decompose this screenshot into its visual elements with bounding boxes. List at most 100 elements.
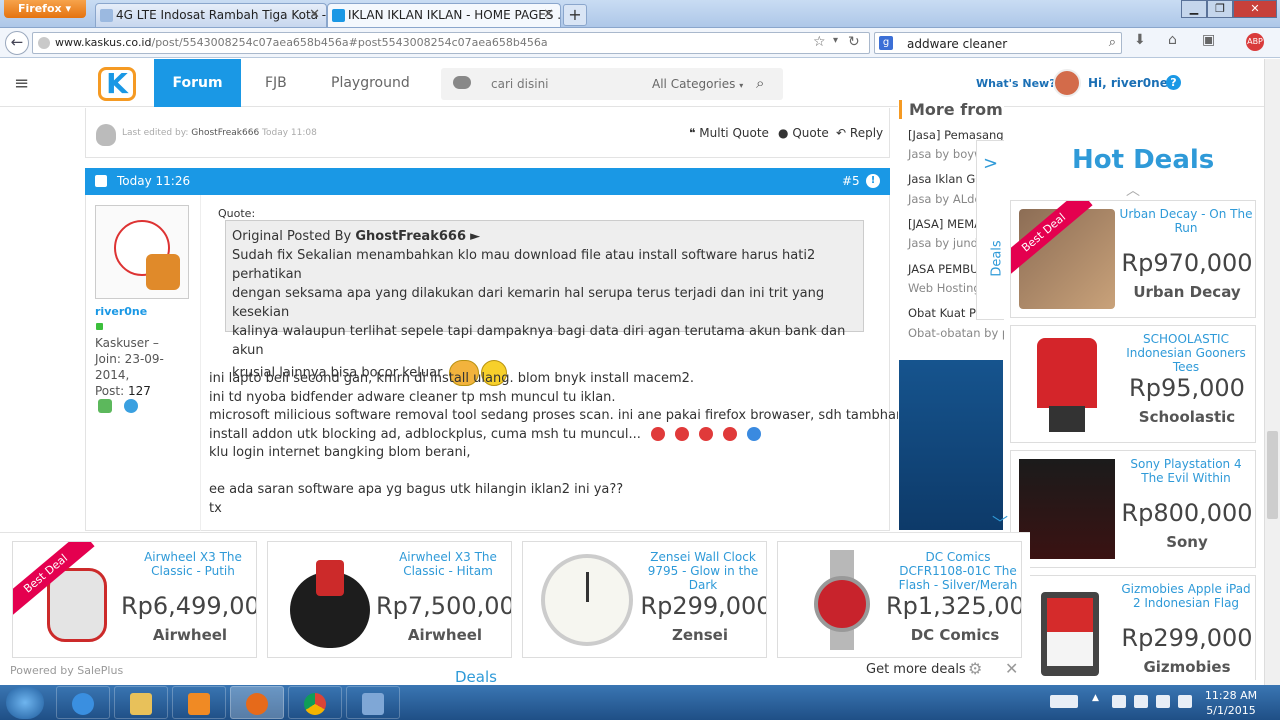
kaskus-logo[interactable]: K xyxy=(92,61,144,105)
hot-deal-card[interactable]: SCHOOLASTIC Indonesian Gooners Tees Rp95… xyxy=(1010,325,1256,443)
minimize-button[interactable]: ▁ xyxy=(1181,0,1207,18)
display-icon[interactable] xyxy=(1134,695,1148,708)
get-more-deals-link[interactable]: Get more deals xyxy=(866,662,966,677)
chevron-right-icon[interactable]: > xyxy=(983,153,998,174)
user-greeting[interactable]: Hi, river0ne xyxy=(1088,76,1168,90)
edited-time: Today 11:08 xyxy=(262,128,317,138)
quote-box: Original Posted By GhostFreak666 ► Sudah… xyxy=(225,220,864,386)
user-badge-icon[interactable] xyxy=(124,399,138,413)
category-select[interactable]: All Categories ▾ xyxy=(652,77,743,91)
taskbar-media-player[interactable] xyxy=(172,686,226,719)
multi-quote-button[interactable]: ❝ Multi Quote xyxy=(689,126,769,140)
hot-deal-card[interactable]: Best Deal Urban Decay - On The Run Rp970… xyxy=(1010,200,1256,318)
nav-tab-playground[interactable]: Playground xyxy=(331,59,410,107)
quote-button[interactable]: ● Quote xyxy=(778,126,829,140)
chevron-down-icon[interactable]: ﹀ xyxy=(992,510,1008,534)
bottom-deal-card[interactable]: Zensei Wall Clock 9795 - Glow in the Dar… xyxy=(522,541,767,658)
edited-by[interactable]: GhostFreak666 xyxy=(191,128,259,138)
category-label: All Categories xyxy=(652,77,736,91)
search-icon[interactable]: ⌕ xyxy=(1109,35,1116,50)
chat-icon[interactable] xyxy=(453,76,471,89)
fjb-banner-ad[interactable] xyxy=(899,360,1003,530)
hot-deal-card[interactable]: Gizmobies Apple iPad 2 Indonesian Flag R… xyxy=(1010,575,1256,680)
post-line: klu login internet bangking blom berani, xyxy=(209,445,471,460)
product-brand: Zensei xyxy=(672,626,728,644)
avatar[interactable] xyxy=(95,205,189,299)
firefox-icon xyxy=(246,693,268,715)
taskbar-firefox[interactable] xyxy=(230,686,284,719)
edited-prefix: Last edited by: xyxy=(122,128,189,138)
dropdown-arrow-icon[interactable]: ▾ xyxy=(833,35,838,46)
scrollbar-thumb[interactable] xyxy=(1267,431,1278,519)
help-icon[interactable]: ? xyxy=(1166,75,1181,90)
tray-expand-icon[interactable]: ▲ xyxy=(1092,693,1100,706)
sad-emoticon-icon xyxy=(674,427,689,441)
chevron-up-icon[interactable]: ︿ xyxy=(1126,180,1140,200)
bottom-deal-card[interactable]: Airwheel X3 The Classic - Hitam Rp7,500,… xyxy=(267,541,512,658)
last-edited: Last edited by: GhostFreak666 Today 11:0… xyxy=(122,128,317,138)
keyboard-icon[interactable] xyxy=(1050,695,1078,708)
quote-line: kalinya walaupun terlihat sepele tapi da… xyxy=(232,324,846,358)
whats-new-link[interactable]: What's New? xyxy=(976,77,1056,90)
firefox-menu-button[interactable]: Firefox ▾ xyxy=(4,0,86,18)
tab-close-icon[interactable]: ✕ xyxy=(543,7,554,22)
adblock-icon[interactable]: ABP xyxy=(1246,33,1264,51)
menu-icon[interactable]: ≡ xyxy=(14,73,29,94)
taskbar-chrome[interactable] xyxy=(288,686,342,719)
taskbar-app[interactable] xyxy=(346,686,400,719)
page-scrollbar[interactable] xyxy=(1264,59,1280,685)
avatar[interactable] xyxy=(1053,69,1081,97)
product-price: Rp1,325,000 xyxy=(886,592,1021,620)
reply-button[interactable]: ↶ Reply xyxy=(836,126,883,140)
reload-icon[interactable]: ↻ xyxy=(848,34,860,50)
post-header: Today 11:26 #5 ! xyxy=(85,168,890,195)
bookmark-star-icon[interactable]: ☆ xyxy=(813,34,826,50)
username-link[interactable]: river0ne xyxy=(95,305,147,318)
product-brand: DC Comics xyxy=(910,626,1000,644)
browser-tab-1[interactable]: 4G LTE Indosat Rambah Tiga Kota - K... ✕ xyxy=(95,3,327,27)
window-close-button[interactable]: ✕ xyxy=(1233,0,1277,18)
fjb-item-sub: Obat-obatan by p xyxy=(908,326,1004,340)
post-body: river0ne Kaskuser – Join: 23-09-2014, Po… xyxy=(85,195,904,531)
tab-close-icon[interactable]: ✕ xyxy=(309,7,320,22)
nav-tab-forum[interactable]: Forum xyxy=(154,59,241,107)
gear-icon[interactable]: ⚙ xyxy=(968,659,982,678)
taskbar-explorer[interactable] xyxy=(114,686,168,719)
quote-jump-arrow-icon[interactable]: ► xyxy=(470,229,480,244)
powered-by[interactable]: Powered by SalePlus xyxy=(10,664,123,677)
bottom-deal-card[interactable]: DC Comics DCFR1108-01C The Flash - Silve… xyxy=(777,541,1022,658)
url-bar[interactable]: www.kaskus.co.id/post/5543008254c07aea65… xyxy=(32,32,870,54)
system-clock[interactable]: 11:28 AM 5/1/2015 xyxy=(1196,688,1266,718)
download-icon[interactable]: ⬇ xyxy=(1134,32,1146,48)
taskbar-ie[interactable] xyxy=(56,686,110,719)
search-bar[interactable]: g addware cleaner ⌕ xyxy=(874,32,1122,54)
flag-icon[interactable] xyxy=(1112,695,1126,708)
browser-tab-2[interactable]: IKLAN IKLAN IKLAN - HOME PAGES ... ✕ xyxy=(327,3,561,27)
deals-side-label: Deals xyxy=(989,240,1005,277)
new-tab-button[interactable]: + xyxy=(563,4,587,26)
volume-icon[interactable] xyxy=(1178,695,1192,708)
site-search-input[interactable]: cari disini xyxy=(491,77,549,91)
report-alert-icon[interactable]: ! xyxy=(866,174,880,188)
post-number-link[interactable]: #5 xyxy=(842,174,860,188)
hot-deal-card[interactable]: Sony Playstation 4 The Evil Within Rp800… xyxy=(1010,450,1256,568)
network-signal-icon[interactable] xyxy=(1156,695,1170,708)
reputation-badge-icon[interactable] xyxy=(98,399,112,413)
close-icon[interactable]: ✕ xyxy=(1005,659,1018,678)
user-info: Kaskuser – Join: 23-09-2014, Post: 127 xyxy=(95,335,195,399)
deals-tab[interactable]: Deals xyxy=(455,668,497,686)
post-line: install addon utk blocking ad, adblockpl… xyxy=(209,426,641,442)
google-search-icon[interactable]: g xyxy=(879,36,893,50)
nav-tab-fjb[interactable]: FJB xyxy=(265,59,287,107)
maximize-button[interactable]: ❐ xyxy=(1207,0,1233,18)
bookmarks-icon[interactable]: ▣ xyxy=(1202,32,1215,48)
quote-author[interactable]: GhostFreak666 xyxy=(355,229,466,244)
post-select-checkbox[interactable] xyxy=(95,175,107,187)
deals-side-tab[interactable]: > Deals xyxy=(976,140,1005,320)
start-button[interactable] xyxy=(6,686,44,719)
reply-icon: ↶ xyxy=(836,126,847,140)
back-arrow-icon[interactable]: ← xyxy=(5,31,29,55)
search-icon[interactable]: ⌕ xyxy=(756,74,764,92)
bottom-deal-card[interactable]: Best Deal Airwheel X3 The Classic - Puti… xyxy=(12,541,257,658)
home-icon[interactable]: ⌂ xyxy=(1168,32,1177,48)
